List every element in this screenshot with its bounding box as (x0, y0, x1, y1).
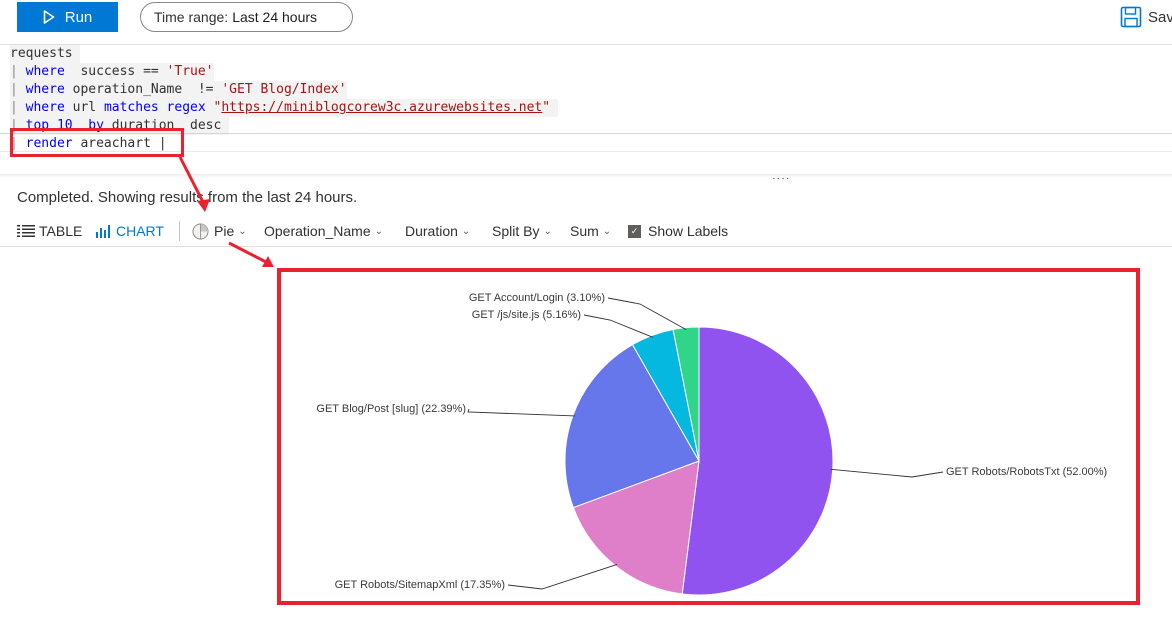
slice-leader-line (607, 297, 687, 330)
slice-leader-line (467, 408, 575, 417)
slice-label: GET Blog/Post [slug] (22.39%) (316, 403, 466, 415)
slice-label: GET /js/site.js (5.16%) (472, 309, 581, 321)
annotation-arrowhead (197, 199, 210, 212)
slice-label: GET Account/Login (3.10%) (469, 292, 605, 304)
pie-slice[interactable] (681, 326, 834, 596)
slice-leader-line (507, 563, 618, 590)
slice-leader-line (830, 468, 944, 478)
annotation-arrows (178, 156, 274, 267)
pie-slices (564, 326, 834, 596)
annotation-arrow (178, 156, 206, 205)
slice-label: GET Robots/SitemapXml (17.35%) (335, 579, 505, 591)
slice-label: GET Robots/RobotsTxt (52.00%) (946, 466, 1107, 478)
annotation-arrow (228, 241, 267, 264)
slice-leader-line (583, 314, 654, 338)
pie-chart: GET Robots/RobotsTxt (52.00%) GET Robots/… (178, 156, 1107, 596)
